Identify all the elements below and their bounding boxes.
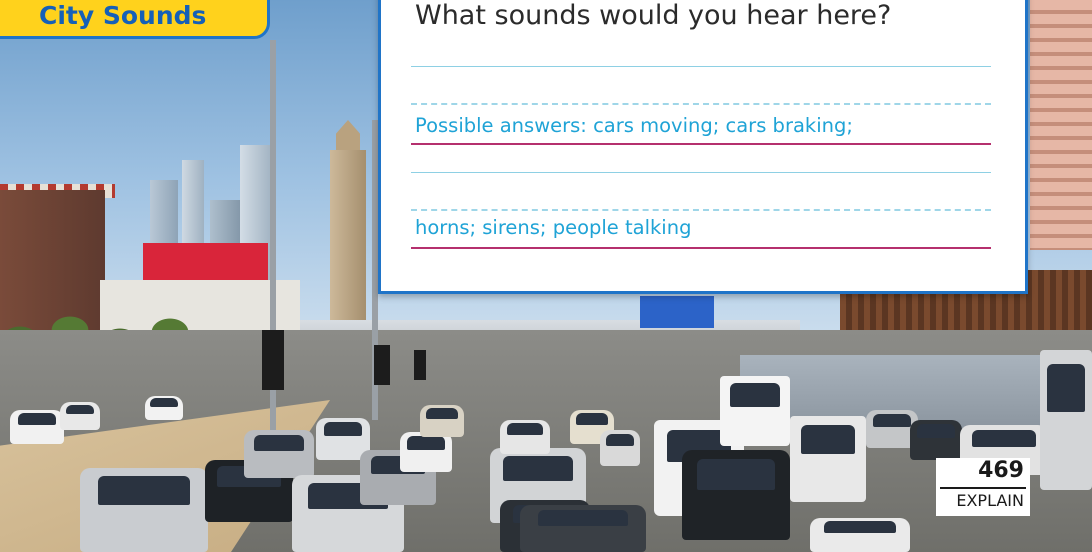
- tanker-truck: [1040, 350, 1092, 490]
- page-number: 469: [978, 458, 1024, 483]
- lesson-title: City Sounds: [39, 1, 207, 30]
- car: [910, 420, 962, 460]
- car: [244, 430, 314, 478]
- suv: [682, 450, 790, 540]
- writing-line-top: [411, 66, 991, 67]
- traffic-signal: [262, 330, 284, 390]
- truck: [720, 376, 790, 446]
- truck: [790, 416, 866, 502]
- car: [600, 430, 640, 466]
- car: [810, 518, 910, 552]
- car: [420, 405, 464, 437]
- car: [500, 420, 550, 454]
- lesson-title-tab: City Sounds: [0, 0, 270, 39]
- car: [60, 402, 100, 430]
- question-text: What sounds would you hear here?: [415, 0, 892, 31]
- answer-line-2: horns; sirens; people talking: [415, 216, 692, 239]
- red-billboard: [143, 243, 268, 281]
- badge-divider: [940, 487, 1026, 489]
- writing-line-top: [411, 172, 991, 173]
- car: [80, 468, 208, 552]
- blue-road-sign: [640, 296, 714, 328]
- traffic-signal: [374, 345, 390, 385]
- traffic-signal: [414, 350, 426, 380]
- clock-tower: [330, 150, 366, 330]
- car: [400, 432, 452, 472]
- writing-line-midline: [411, 103, 991, 105]
- car: [145, 396, 183, 420]
- writing-line-baseline: [411, 143, 991, 145]
- question-card: What sounds would you hear here? Possibl…: [378, 0, 1028, 294]
- page-badge: 469 EXPLAIN: [936, 458, 1030, 516]
- answer-line-1: Possible answers: cars moving; cars brak…: [415, 114, 853, 137]
- car: [520, 505, 646, 552]
- car: [10, 410, 64, 444]
- building-right: [1030, 0, 1092, 250]
- page-label: EXPLAIN: [956, 491, 1024, 510]
- writing-line-midline: [411, 209, 991, 211]
- writing-line-baseline: [411, 247, 991, 249]
